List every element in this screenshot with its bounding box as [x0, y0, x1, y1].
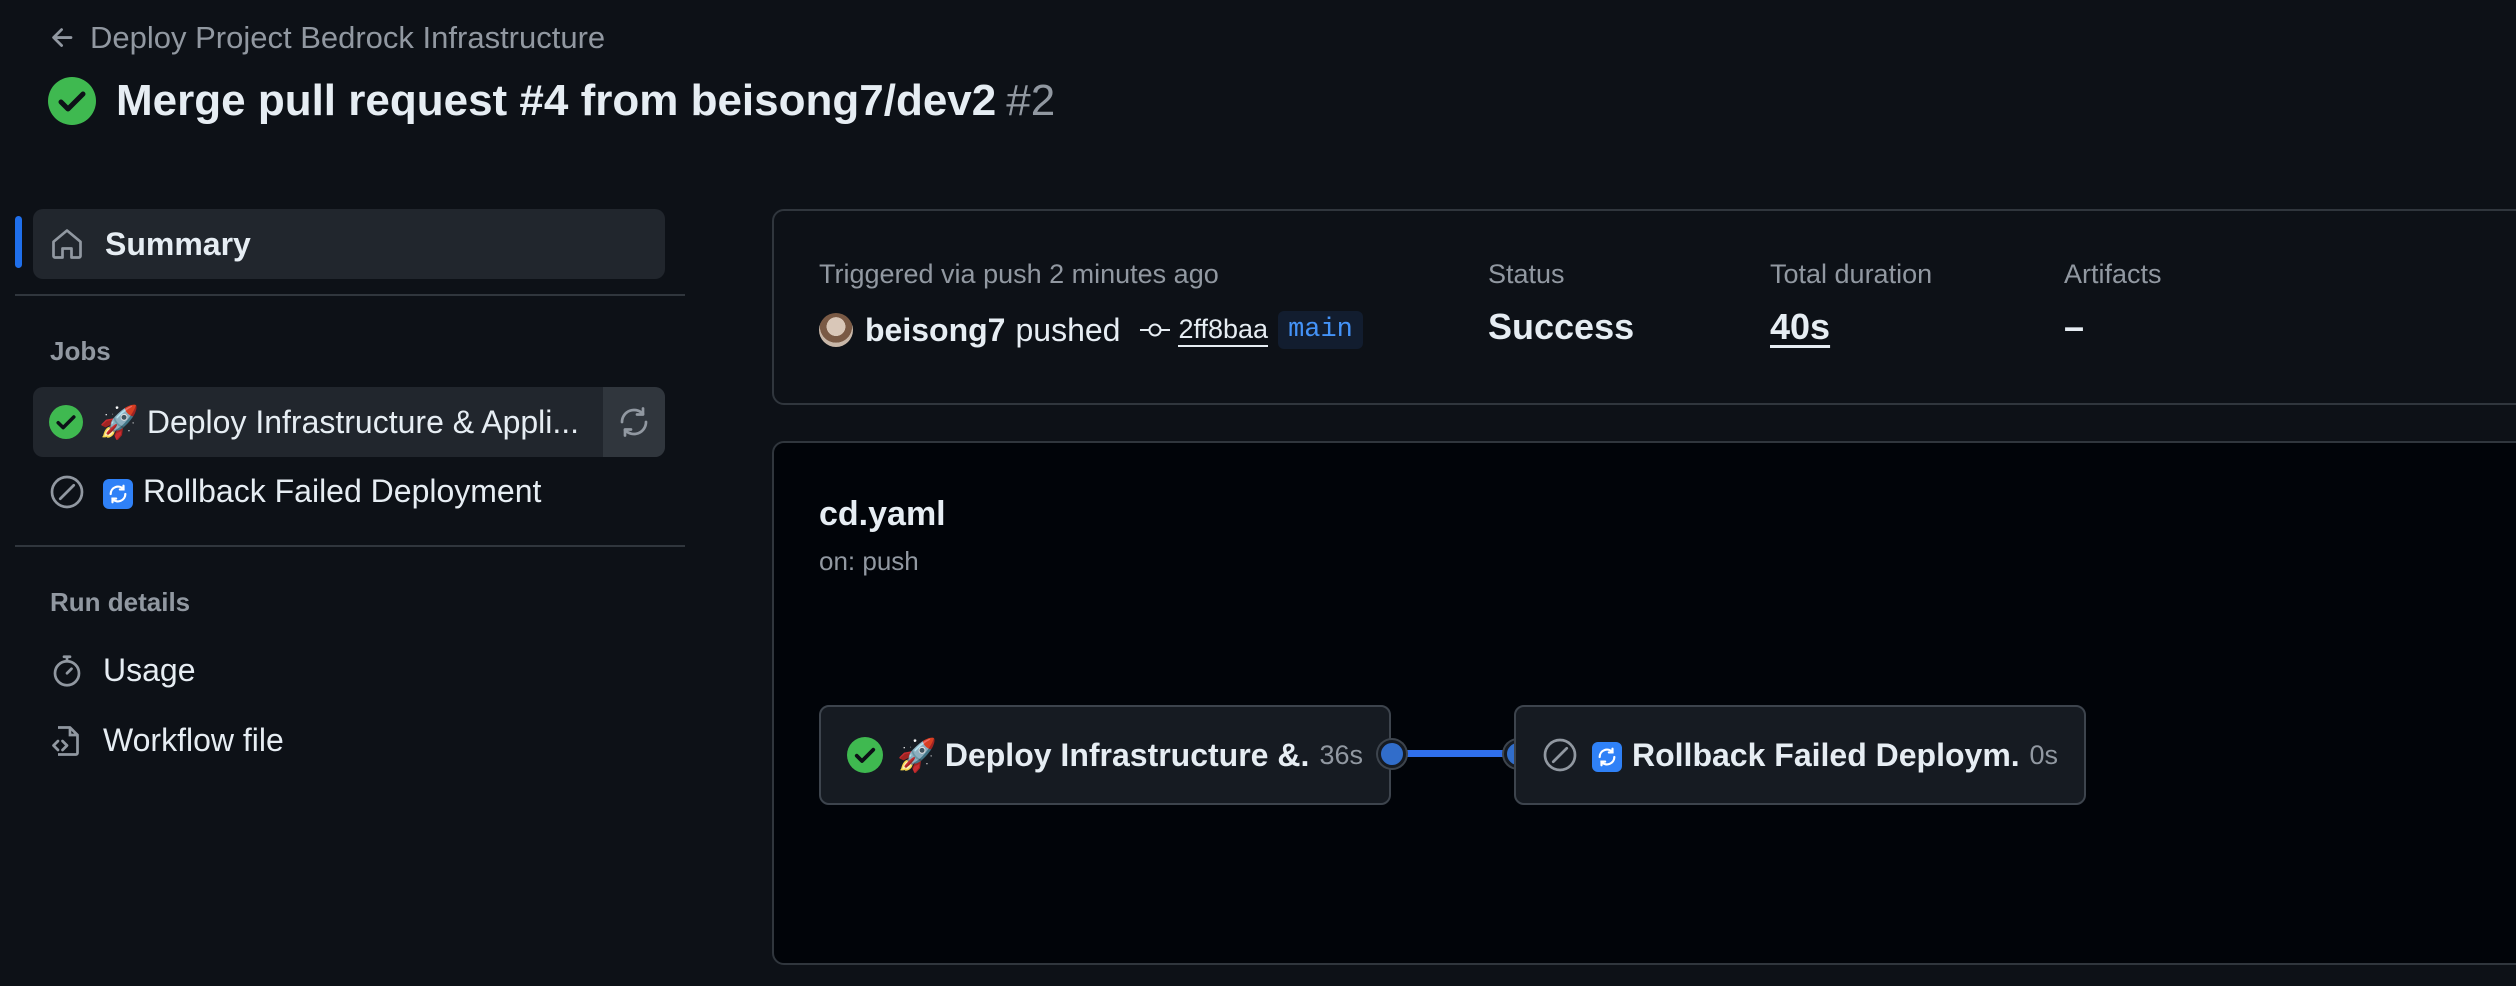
artifacts-column: Artifacts – — [2064, 259, 2162, 348]
status-label: Status — [1488, 259, 1565, 289]
stopwatch-icon — [49, 653, 85, 689]
graph-node-rollback[interactable]: Rollback Failed Deploym... 0s — [1514, 705, 2086, 805]
job-emoji: 🚀 — [99, 404, 139, 440]
status-value: Success — [1488, 306, 1635, 347]
run-details-heading: Run details — [50, 587, 191, 617]
avatar[interactable] — [819, 313, 853, 347]
graph-node-duration: 36s — [1319, 739, 1363, 770]
back-link-label: Deploy Project Bedrock Infrastructure — [90, 20, 606, 55]
triggered-text: Triggered via push 2 minutes ago — [819, 259, 1219, 289]
duration-value[interactable]: 40s — [1770, 306, 1932, 348]
push-action: pushed — [1015, 311, 1121, 348]
sidebar-job-rollback[interactable]: Rollback Failed Deployment — [49, 473, 541, 510]
commit-link[interactable]: 2ff8baa — [1140, 314, 1269, 347]
sidebar-job-deploy[interactable]: 🚀 Deploy Infrastructure & Appli... — [33, 387, 665, 457]
job-emoji: 🚀 — [897, 737, 937, 773]
graph-node-text: Deploy Infrastructure &... — [944, 737, 1310, 773]
duration-column: Total duration 40s — [1770, 259, 1932, 348]
sidebar-item-label: Summary — [105, 225, 251, 262]
arrow-left-icon — [48, 23, 78, 53]
branch-label[interactable]: main — [1278, 311, 1363, 349]
push-info: beisong7 pushed 2ff8baa main — [819, 311, 1363, 349]
graph-node-text: Rollback Failed Deploym... — [1632, 736, 2020, 773]
sidebar-job-text: Rollback Failed Deployment — [143, 473, 542, 509]
home-icon — [49, 226, 85, 262]
skipped-icon — [49, 474, 85, 510]
artifacts-value: – — [2064, 306, 2085, 347]
sidebar-job-label: 🚀 Deploy Infrastructure & Appli... — [99, 403, 579, 441]
run-title: Merge pull request #4 from beisong7/dev2 — [116, 76, 997, 125]
sidebar-item-label: Usage — [103, 652, 196, 688]
sidebar-job-label: Rollback Failed Deployment — [103, 473, 541, 510]
graph-node-deploy[interactable]: 🚀 Deploy Infrastructure &... 36s — [819, 705, 1391, 805]
sync-icon — [616, 404, 652, 440]
sync-emoji-icon — [1592, 742, 1622, 773]
graph-node-label: Rollback Failed Deploym... — [1592, 737, 2019, 774]
status-column: Status Success — [1488, 259, 1634, 348]
sidebar-item-workflow-file[interactable]: Workflow file — [49, 722, 284, 759]
artifacts-label: Artifacts — [2064, 259, 2162, 289]
sync-emoji-icon — [103, 478, 133, 509]
sidebar-item-label: Workflow file — [103, 722, 284, 758]
workflow-trigger: on: push — [819, 546, 919, 576]
graph-node-label: 🚀 Deploy Infrastructure &... — [897, 736, 1309, 774]
file-code-icon — [49, 723, 85, 759]
success-check-icon — [847, 737, 883, 773]
page-title: Merge pull request #4 from beisong7/dev2… — [48, 76, 1055, 126]
workflow-file-name: cd.yaml — [819, 495, 946, 533]
user-link[interactable]: beisong7 — [865, 312, 1005, 349]
workflow-graph-card: cd.yaml on: push 🚀 Deploy Infrastructure … — [772, 441, 2516, 965]
rerun-job-button[interactable] — [603, 387, 665, 457]
jobs-heading: Jobs — [50, 336, 111, 366]
skipped-icon — [1542, 737, 1578, 773]
run-number: #2 — [1006, 76, 1056, 125]
graph-connector — [1388, 750, 1514, 757]
success-check-icon — [49, 405, 83, 439]
sidebar-divider — [15, 545, 685, 547]
back-link[interactable]: Deploy Project Bedrock Infrastructure — [48, 20, 605, 56]
connector-dot — [1378, 740, 1406, 768]
sidebar-job-text: Deploy Infrastructure & Appli... — [146, 404, 580, 440]
run-summary-card: Triggered via push 2 minutes ago beisong… — [772, 209, 2516, 405]
active-indicator — [15, 216, 22, 268]
sidebar-item-summary[interactable]: Summary — [33, 209, 665, 279]
sidebar-divider — [15, 294, 685, 296]
graph-node-duration: 0s — [2029, 739, 2058, 770]
duration-label: Total duration — [1770, 259, 1933, 289]
success-check-icon — [48, 77, 96, 125]
git-commit-icon — [1140, 320, 1171, 340]
commit-sha: 2ff8baa — [1178, 314, 1269, 347]
sidebar-item-usage[interactable]: Usage — [49, 652, 196, 689]
